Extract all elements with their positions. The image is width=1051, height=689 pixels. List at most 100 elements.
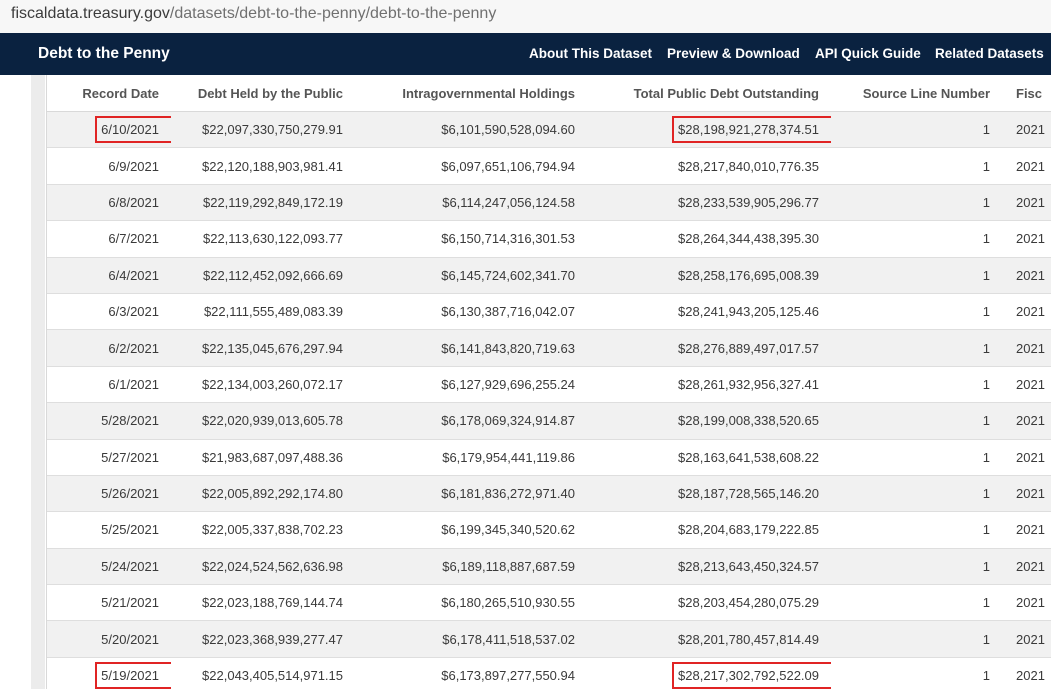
cell-record-date: 6/7/2021 — [47, 220, 171, 258]
nav-link-preview-download[interactable]: Preview & Download — [667, 46, 800, 61]
cell-record-date: 6/8/2021 — [47, 184, 171, 222]
address-bar[interactable]: fiscaldata.treasury.gov/datasets/debt-to… — [0, 0, 1051, 33]
table-row[interactable]: 6/4/2021 $22,112,452,092,666.69 $6,145,724… — [47, 257, 1051, 294]
cell-debt-held-by-public: $22,005,337,838,702.23 — [171, 511, 355, 549]
cell-intragovernmental-holdings: $6,180,265,510,930.55 — [355, 584, 587, 622]
cell-intragovernmental-holdings: $6,101,590,528,094.60 — [355, 111, 587, 149]
table-row[interactable]: 5/26/2021 $22,005,892,292,174.80 $6,181,83… — [47, 475, 1051, 513]
table-row[interactable]: 6/9/2021 $22,120,188,903,981.41 $6,097,651… — [47, 147, 1051, 185]
table-row[interactable]: 5/27/2021 $21,983,687,097,488.36 $6,179,95… — [47, 439, 1051, 476]
table-row[interactable]: 6/3/2021 $22,111,555,489,083.39 $6,130,387… — [47, 293, 1051, 331]
cell-source-line-number: 1 — [831, 257, 1002, 294]
column-header-record-date[interactable]: Record Date — [47, 75, 171, 112]
cell-fiscal-year: 2021 — [1002, 584, 1051, 622]
cell-intragovernmental-holdings: $6,178,411,518,537.02 — [355, 620, 587, 658]
cell-fiscal-year: 2021 — [1002, 257, 1051, 294]
nav-link-about[interactable]: About This Dataset — [529, 46, 652, 61]
table-row[interactable]: 5/25/2021 $22,005,337,838,702.23 $6,199,34… — [47, 511, 1051, 549]
column-header-source-line-number[interactable]: Source Line Number — [831, 75, 1002, 112]
nav-link-related-datasets[interactable]: Related Datasets — [935, 46, 1044, 61]
table-row[interactable]: 6/1/2021 $22,134,003,260,072.17 $6,127,929… — [47, 366, 1051, 404]
cell-debt-held-by-public: $22,134,003,260,072.17 — [171, 366, 355, 404]
cell-intragovernmental-holdings: $6,114,247,056,124.58 — [355, 184, 587, 222]
cell-fiscal-year: 2021 — [1002, 620, 1051, 658]
cell-intragovernmental-holdings: $6,173,897,277,550.94 — [355, 657, 587, 689]
cell-debt-held-by-public: $22,119,292,849,172.19 — [171, 184, 355, 222]
cell-total-public-debt: $28,201,780,457,814.49 — [587, 620, 831, 658]
cell-total-public-debt: $28,213,643,450,324.57 — [587, 548, 831, 586]
cell-fiscal-year: 2021 — [1002, 548, 1051, 586]
cell-record-date: 5/19/2021 — [47, 657, 171, 689]
table-row[interactable]: 5/28/2021 $22,020,939,013,605.78 $6,178,06… — [47, 402, 1051, 440]
column-header-debt-held-by-public[interactable]: Debt Held by the Public — [171, 75, 355, 112]
table-row[interactable]: 6/8/2021 $22,119,292,849,172.19 $6,114,247… — [47, 184, 1051, 222]
table-row[interactable]: 6/7/2021 $22,113,630,122,093.77 $6,150,714… — [47, 220, 1051, 258]
cell-fiscal-year: 2021 — [1002, 366, 1051, 404]
cell-intragovernmental-holdings: $6,141,843,820,719.63 — [355, 329, 587, 367]
cell-source-line-number: 1 — [831, 184, 1002, 222]
cell-fiscal-year: 2021 — [1002, 293, 1051, 331]
column-header-total-public-debt[interactable]: Total Public Debt Outstanding — [587, 75, 831, 112]
cell-source-line-number: 1 — [831, 511, 1002, 549]
cell-fiscal-year: 2021 — [1002, 475, 1051, 513]
dataset-title: Debt to the Penny — [38, 45, 170, 62]
cell-fiscal-year: 2021 — [1002, 329, 1051, 367]
cell-debt-held-by-public: $22,005,892,292,174.80 — [171, 475, 355, 513]
table-row[interactable]: 5/24/2021 $22,024,524,562,636.98 $6,189,11… — [47, 548, 1051, 586]
cell-fiscal-year: 2021 — [1002, 147, 1051, 185]
cell-source-line-number: 1 — [831, 402, 1002, 440]
left-gutter — [31, 75, 45, 689]
column-header-intragovernmental-holdings[interactable]: Intragovernmental Holdings — [355, 75, 587, 112]
cell-total-public-debt: $28,203,454,280,075.29 — [587, 584, 831, 622]
cell-record-date: 6/1/2021 — [47, 366, 171, 404]
cell-debt-held-by-public: $22,111,555,489,083.39 — [171, 293, 355, 331]
cell-intragovernmental-holdings: $6,097,651,106,794.94 — [355, 147, 587, 185]
cell-source-line-number: 1 — [831, 657, 1002, 689]
cell-debt-held-by-public: $22,120,188,903,981.41 — [171, 147, 355, 185]
table-row[interactable]: 5/19/2021 $22,043,405,514,971.15 $6,173,89… — [47, 657, 1051, 689]
cell-record-date: 6/3/2021 — [47, 293, 171, 331]
cell-debt-held-by-public: $22,020,939,013,605.78 — [171, 402, 355, 440]
cell-debt-held-by-public: $22,023,368,939,277.47 — [171, 620, 355, 658]
cell-source-line-number: 1 — [831, 329, 1002, 367]
cell-intragovernmental-holdings: $6,127,929,696,255.24 — [355, 366, 587, 404]
cell-debt-held-by-public: $22,113,630,122,093.77 — [171, 220, 355, 258]
cell-source-line-number: 1 — [831, 111, 1002, 149]
table-row[interactable]: 5/20/2021 $22,023,368,939,277.47 $6,178,41… — [47, 620, 1051, 658]
cell-source-line-number: 1 — [831, 584, 1002, 622]
highlight-box: $28,198,921,278,374.51 — [672, 116, 831, 144]
table-row[interactable]: 6/2/2021 $22,135,045,676,297.94 $6,141,843… — [47, 329, 1051, 367]
cell-total-public-debt: $28,258,176,695,008.39 — [587, 257, 831, 294]
cell-debt-held-by-public: $22,023,188,769,144.74 — [171, 584, 355, 622]
cell-fiscal-year: 2021 — [1002, 220, 1051, 258]
data-table-container[interactable]: Record Date Debt Held by the Public Intr… — [46, 75, 1051, 689]
cell-source-line-number: 1 — [831, 147, 1002, 185]
cell-record-date: 6/10/2021 — [47, 111, 171, 149]
table-row[interactable]: 5/21/2021 $22,023,188,769,144.74 $6,180,26… — [47, 584, 1051, 622]
cell-record-date: 5/25/2021 — [47, 511, 171, 549]
table-row[interactable]: 6/10/2021 $22,097,330,750,279.91 $6,101,59… — [47, 111, 1051, 149]
cell-record-date: 6/2/2021 — [47, 329, 171, 367]
cell-fiscal-year: 2021 — [1002, 111, 1051, 149]
cell-fiscal-year: 2021 — [1002, 184, 1051, 222]
cell-total-public-debt: $28,199,008,338,520.65 — [587, 402, 831, 440]
nav-link-api-quick-guide[interactable]: API Quick Guide — [815, 46, 921, 61]
cell-total-public-debt: $28,264,344,438,395.30 — [587, 220, 831, 258]
cell-debt-held-by-public: $22,024,524,562,636.98 — [171, 548, 355, 586]
cell-fiscal-year: 2021 — [1002, 511, 1051, 549]
cell-intragovernmental-holdings: $6,145,724,602,341.70 — [355, 257, 587, 294]
cell-fiscal-year: 2021 — [1002, 402, 1051, 440]
top-navigation: Debt to the Penny About This Dataset Pre… — [0, 33, 1051, 75]
column-header-fiscal-year[interactable]: Fisc — [1002, 75, 1051, 112]
highlight-box: 6/10/2021 — [95, 116, 171, 144]
cell-total-public-debt: $28,241,943,205,125.46 — [587, 293, 831, 331]
cell-debt-held-by-public: $22,097,330,750,279.91 — [171, 111, 355, 149]
cell-total-public-debt: $28,204,683,179,222.85 — [587, 511, 831, 549]
cell-total-public-debt: $28,217,840,010,776.35 — [587, 147, 831, 185]
cell-total-public-debt: $28,233,539,905,296.77 — [587, 184, 831, 222]
cell-total-public-debt: $28,198,921,278,374.51 — [587, 111, 831, 149]
cell-total-public-debt: $28,261,932,956,327.41 — [587, 366, 831, 404]
cell-source-line-number: 1 — [831, 620, 1002, 658]
cell-total-public-debt: $28,187,728,565,146.20 — [587, 475, 831, 513]
cell-source-line-number: 1 — [831, 293, 1002, 331]
